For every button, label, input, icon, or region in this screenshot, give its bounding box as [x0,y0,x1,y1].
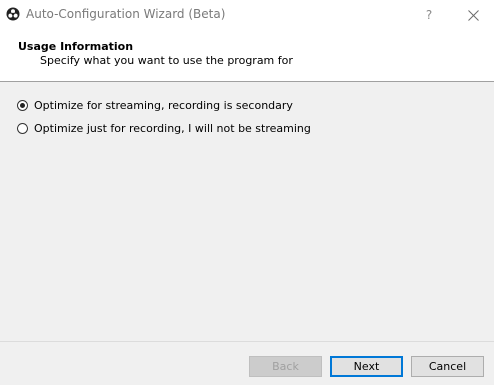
page-title: Usage Information [18,40,134,53]
title-bar[interactable]: Auto-Configuration Wizard (Beta) ? [0,0,494,30]
close-icon [467,9,479,21]
option-recording-label: Optimize just for recording, I will not … [34,122,311,135]
window-title: Auto-Configuration Wizard (Beta) [26,7,226,21]
next-button[interactable]: Next [330,356,403,377]
option-streaming[interactable]: Optimize for streaming, recording is sec… [17,99,293,112]
radio-recording[interactable] [17,123,28,134]
option-streaming-label: Optimize for streaming, recording is sec… [34,99,293,112]
radio-streaming[interactable] [17,100,28,111]
option-recording[interactable]: Optimize just for recording, I will not … [17,122,311,135]
page-header: Usage Information Specify what you want … [0,30,494,82]
footer-divider [0,341,494,342]
obs-logo-icon [6,7,20,21]
back-button[interactable]: Back [249,356,322,377]
wizard-window: Auto-Configuration Wizard (Beta) ? Usage… [0,0,494,385]
close-button[interactable] [456,0,490,30]
page-subtitle: Specify what you want to use the program… [40,54,293,67]
help-button[interactable]: ? [412,0,446,30]
cancel-button[interactable]: Cancel [411,356,484,377]
